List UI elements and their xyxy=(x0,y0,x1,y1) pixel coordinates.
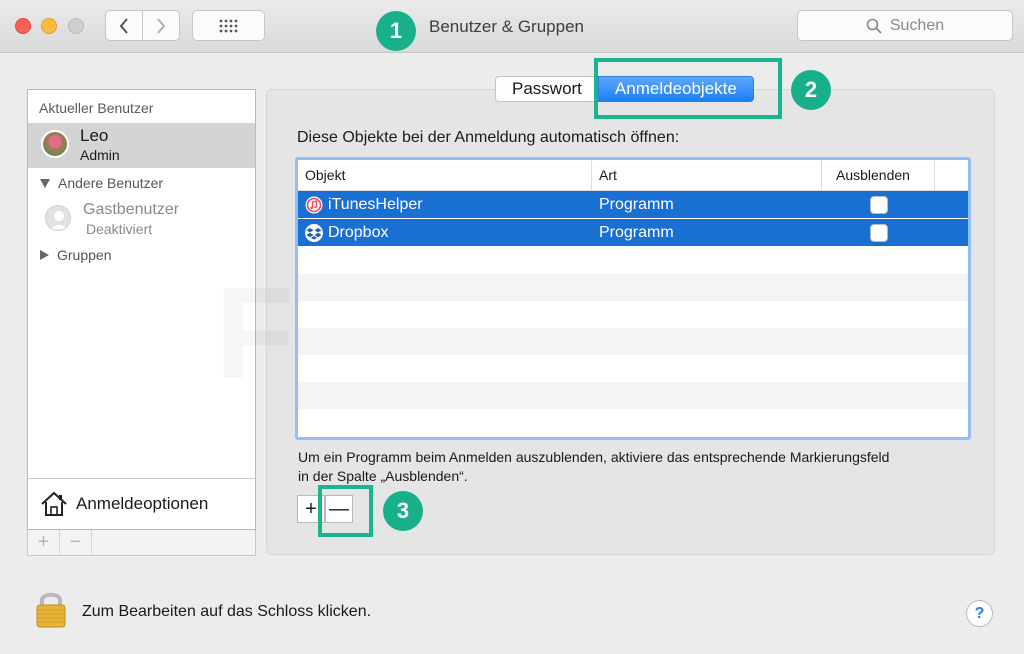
disclosure-right-icon xyxy=(40,250,49,260)
chevron-left-icon xyxy=(119,17,128,34)
add-user-button[interactable]: + xyxy=(28,530,60,555)
item-name: Dropbox xyxy=(328,223,389,241)
highlight-login-items-tab xyxy=(594,58,782,119)
back-button[interactable] xyxy=(106,11,142,40)
search-field[interactable]: Suchen xyxy=(797,10,1013,41)
grid-icon xyxy=(219,19,237,32)
dropbox-icon xyxy=(305,223,323,242)
item-kind: Programm xyxy=(599,223,674,241)
itunes-icon xyxy=(305,196,323,213)
hide-checkbox[interactable] xyxy=(869,195,888,214)
navigation-buttons xyxy=(105,10,180,41)
empty-row xyxy=(298,355,968,382)
window-title: Benutzer & Gruppen xyxy=(429,17,584,36)
guest-avatar-icon xyxy=(45,205,71,231)
login-items-table: Objekt Art Ausblenden iTunesHelper Progr… xyxy=(295,157,971,440)
column-header-kind[interactable]: Art xyxy=(592,160,822,190)
other-users-group[interactable]: Andere Benutzer xyxy=(40,175,163,191)
empty-row xyxy=(298,274,968,301)
table-row[interactable]: iTunesHelper Programm xyxy=(298,191,968,218)
annotation-badge-2: 2 xyxy=(791,70,831,110)
hide-checkbox[interactable] xyxy=(869,223,888,242)
help-button[interactable]: ? xyxy=(966,600,993,627)
guest-user-name[interactable]: Gastbenutzer xyxy=(83,201,179,219)
search-icon xyxy=(866,18,882,34)
user-role: Admin xyxy=(80,147,120,163)
groups-label: Gruppen xyxy=(57,247,112,263)
table-row[interactable]: Dropbox Programm xyxy=(298,219,968,246)
column-header-hide[interactable]: Ausblenden xyxy=(822,160,935,190)
empty-row xyxy=(298,301,968,328)
tab-password[interactable]: Passwort xyxy=(495,76,598,102)
guest-user-state: Deaktiviert xyxy=(86,221,153,237)
login-options-label: Anmeldeoptionen xyxy=(76,494,209,513)
lock-hint-text: Zum Bearbeiten auf das Schloss klicken. xyxy=(82,603,372,620)
highlight-remove-button xyxy=(318,485,373,537)
column-header-item[interactable]: Objekt xyxy=(298,160,592,190)
user-item-leo[interactable]: Leo Admin xyxy=(28,123,255,168)
forward-button[interactable] xyxy=(142,11,179,40)
title-bar: Benutzer & Gruppen Suchen xyxy=(0,0,1024,53)
empty-row xyxy=(298,382,968,409)
annotation-badge-3: 3 xyxy=(383,491,423,531)
groups-group[interactable]: Gruppen xyxy=(40,247,111,263)
close-window-button[interactable] xyxy=(15,18,31,34)
current-user-header: Aktueller Benutzer xyxy=(39,100,154,116)
hide-hint-text: Um ein Programm beim Anmelden auszublend… xyxy=(298,449,890,484)
user-avatar xyxy=(41,130,69,158)
sidebar-add-remove: + − xyxy=(27,530,256,556)
empty-row xyxy=(298,328,968,355)
annotation-badge-1: 1 xyxy=(376,11,416,51)
login-options-item[interactable]: Anmeldeoptionen xyxy=(28,478,255,529)
users-sidebar: Aktueller Benutzer Leo Admin Andere Benu… xyxy=(27,89,256,530)
search-placeholder: Suchen xyxy=(889,16,945,34)
lock-icon[interactable] xyxy=(35,589,67,629)
table-header: Objekt Art Ausblenden xyxy=(298,160,968,191)
empty-row xyxy=(298,247,968,274)
minimize-window-button[interactable] xyxy=(41,18,57,34)
login-items-intro: Diese Objekte bei der Anmeldung automati… xyxy=(297,129,680,146)
disclosure-down-icon xyxy=(40,178,50,188)
show-all-button[interactable] xyxy=(192,10,265,41)
empty-row xyxy=(298,409,968,436)
item-kind: Programm xyxy=(599,195,674,213)
house-icon xyxy=(41,491,67,516)
zoom-window-button[interactable] xyxy=(68,18,84,34)
remove-user-button[interactable]: − xyxy=(60,530,92,555)
item-name: iTunesHelper xyxy=(328,195,423,213)
user-name: Leo xyxy=(80,126,109,145)
other-users-label: Andere Benutzer xyxy=(58,175,164,191)
chevron-right-icon xyxy=(157,17,166,34)
